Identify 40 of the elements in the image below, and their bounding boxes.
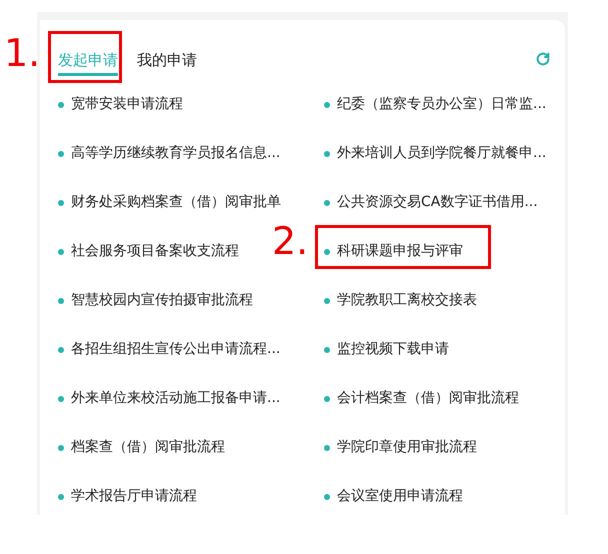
bullet-icon <box>58 248 64 254</box>
process-link[interactable]: 外来单位来校活动施工报备申请... <box>71 388 280 409</box>
bullet-icon <box>324 298 330 304</box>
process-link[interactable]: 监控视频下载申请 <box>337 339 449 360</box>
process-link[interactable]: 会议室使用申请流程 <box>337 486 463 507</box>
process-link[interactable]: 外来培训人员到学院餐厅就餐申... <box>337 143 546 164</box>
bullet-icon <box>324 346 330 352</box>
bullet-icon <box>324 444 330 450</box>
tab[interactable]: 我的申请 <box>137 46 197 76</box>
annotation-label: 2. <box>272 222 308 260</box>
bullet-icon <box>324 248 330 254</box>
bullet-icon <box>58 494 64 500</box>
bullet-icon <box>58 150 64 156</box>
bullet-icon <box>324 150 330 156</box>
process-link[interactable]: 公共资源交易CA数字证书借用... <box>337 192 538 213</box>
process-link[interactable]: 学术报告厅申请流程 <box>71 486 197 507</box>
refresh-icon[interactable] <box>535 51 551 67</box>
bullet-icon <box>58 396 64 402</box>
process-link[interactable]: 宽带安装申请流程 <box>71 94 183 115</box>
process-link[interactable]: 社会服务项目备案收支流程 <box>71 241 239 262</box>
bullet-icon <box>324 494 330 500</box>
process-link[interactable]: 纪委（监察专员办公室）日常监... <box>337 94 546 115</box>
process-link[interactable]: 各招生组招生宣传公出申请流程... <box>71 339 280 360</box>
process-link[interactable]: 会计档案查（借）阅审批流程 <box>337 388 519 409</box>
bullet-icon <box>324 102 330 108</box>
process-link[interactable]: 财务处采购档案查（借）阅审批单 <box>71 192 281 213</box>
process-link[interactable]: 高等学历继续教育学员报名信息... <box>71 143 280 164</box>
annotation-label: 1. <box>4 34 40 72</box>
bullet-icon <box>58 200 64 206</box>
process-link[interactable]: 科研课题申报与评审 <box>337 241 463 262</box>
process-link[interactable]: 智慧校园内宣传拍摄审批流程 <box>71 290 253 311</box>
bullet-icon <box>58 444 64 450</box>
bullet-icon <box>324 396 330 402</box>
bullet-icon <box>58 346 64 352</box>
process-link[interactable]: 档案查（借）阅审批流程 <box>71 437 225 458</box>
bullet-icon <box>58 102 64 108</box>
process-link[interactable]: 学院印章使用审批流程 <box>337 437 477 458</box>
bullet-icon <box>58 298 64 304</box>
process-link[interactable]: 学院教职工离校交接表 <box>337 290 477 311</box>
bullet-icon <box>324 200 330 206</box>
